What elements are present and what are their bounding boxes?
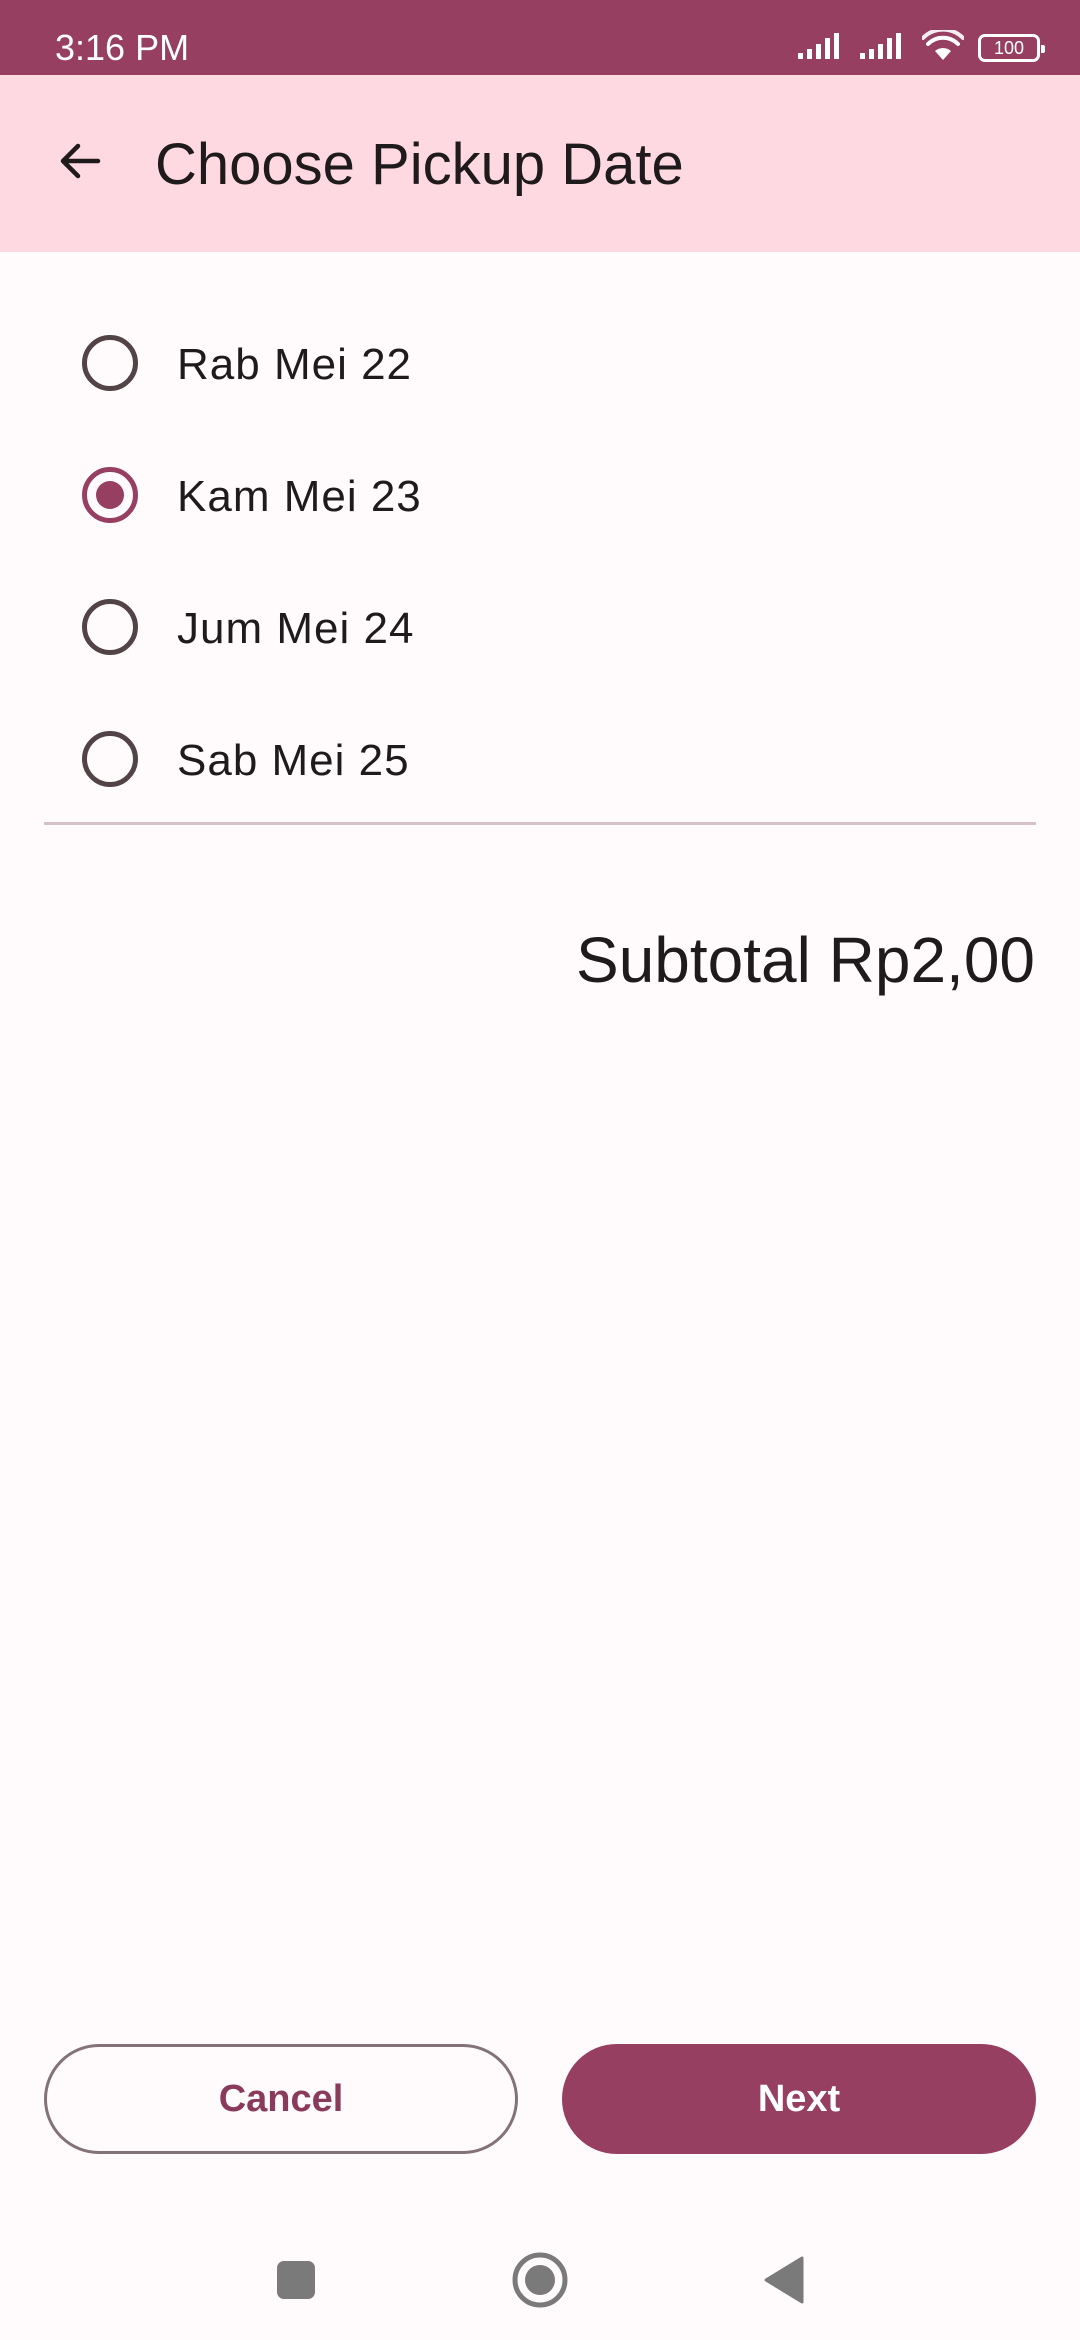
signal-icon bbox=[798, 31, 846, 66]
page-title: Choose Pickup Date bbox=[155, 132, 684, 197]
pickup-date-option[interactable]: Rab Mei 22 bbox=[0, 298, 1080, 430]
next-button[interactable]: Next bbox=[562, 2044, 1036, 2154]
radio-button[interactable] bbox=[82, 467, 138, 523]
pickup-date-option[interactable]: Kam Mei 23 bbox=[0, 430, 1080, 562]
pickup-date-option[interactable]: Jum Mei 24 bbox=[0, 562, 1080, 694]
option-label: Jum Mei 24 bbox=[177, 604, 415, 653]
back-button[interactable] bbox=[40, 123, 120, 203]
radio-button[interactable] bbox=[82, 731, 138, 787]
top-app-bar: Choose Pickup Date bbox=[0, 75, 1080, 252]
subtotal: Subtotal Rp2,00 bbox=[576, 924, 1035, 996]
pickup-date-options: Rab Mei 22 Kam Mei 23 Jum Mei 24 Sab Mei… bbox=[0, 298, 1080, 826]
recents-button[interactable] bbox=[264, 2250, 328, 2314]
option-label: Rab Mei 22 bbox=[177, 340, 413, 389]
back-nav-button[interactable] bbox=[752, 2250, 816, 2314]
status-icons: 100 bbox=[798, 27, 1045, 68]
cancel-button[interactable]: Cancel bbox=[44, 2044, 518, 2154]
divider bbox=[44, 822, 1036, 825]
radio-button[interactable] bbox=[82, 599, 138, 655]
home-icon bbox=[510, 2250, 570, 2315]
pickup-date-option[interactable]: Sab Mei 25 bbox=[0, 694, 1080, 826]
home-button[interactable] bbox=[508, 2250, 572, 2314]
option-label: Kam Mei 23 bbox=[177, 472, 422, 521]
radio-button[interactable] bbox=[82, 335, 138, 391]
back-icon bbox=[760, 2254, 808, 2311]
battery-level: 100 bbox=[993, 38, 1025, 58]
system-nav-bar bbox=[0, 2210, 1080, 2340]
signal-icon bbox=[860, 31, 908, 66]
option-label: Sab Mei 25 bbox=[177, 736, 410, 785]
arrow-back-icon bbox=[54, 135, 106, 192]
battery-icon: 100 bbox=[978, 34, 1045, 62]
wifi-icon bbox=[921, 27, 965, 67]
status-time: 3:16 PM bbox=[55, 27, 190, 68]
status-bar: 3:16 PM 100 bbox=[0, 0, 1080, 75]
recents-icon bbox=[274, 2258, 318, 2307]
